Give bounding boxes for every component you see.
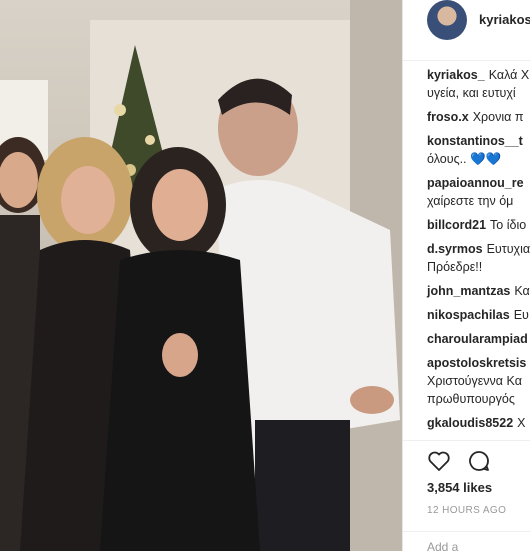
comment: gkaloudis8522 Χ — [427, 414, 530, 432]
comment-text-line2: Χριστούγεννα Κα — [427, 374, 522, 388]
comment-username[interactable]: apostoloskretsis — [427, 356, 526, 370]
avatar[interactable] — [427, 0, 467, 40]
comment-text: Χ — [517, 416, 526, 430]
comment-text-line2: υγεία, και ευτυχί — [427, 86, 516, 100]
comment: billcord21 Το ίδιο — [427, 216, 530, 234]
comment-username[interactable]: gkaloudis8522 — [427, 416, 513, 430]
comment-text: Καλά Χ — [488, 68, 530, 82]
comment: d.syrmos Ευτυχια Πρόεδρε!! — [427, 240, 530, 276]
post-photo[interactable] — [0, 0, 402, 551]
comment-username[interactable]: billcord21 — [427, 218, 486, 232]
comment: froso.x Χρονια π — [427, 108, 530, 126]
comment-text-line2: όλους.. 💙💙 — [427, 152, 502, 166]
comment-username[interactable]: john_mantzas — [427, 284, 510, 298]
comment-text: Χρονια π — [472, 110, 524, 124]
comment-username[interactable]: konstantinos__t — [427, 134, 523, 148]
comment: papaioannou_re χαίρεστε την όμ — [427, 174, 530, 210]
post-username[interactable]: kyriakos — [479, 12, 530, 27]
comment-username[interactable]: charoularampiad — [427, 332, 528, 346]
comment-list: kyriakos_ Καλά Χ υγεία, και ευτυχί froso.x… — [427, 66, 530, 438]
comment: john_mantzas Κα — [427, 282, 530, 300]
comment-username[interactable]: froso.x — [427, 110, 469, 124]
comment-username[interactable]: d.syrmos — [427, 242, 483, 256]
comment-text: Ευ — [513, 308, 529, 322]
comment-username[interactable]: nikospachilas — [427, 308, 510, 322]
post-header: kyriakos — [403, 0, 530, 61]
comment-text-line2: χαίρεστε την όμ — [427, 194, 514, 208]
post-timestamp: 12 HOURS AGO — [427, 505, 507, 516]
comment-text: Κα — [514, 284, 530, 298]
comment: charoularampiad — [427, 330, 530, 348]
comment-text: Το ίδιο — [490, 218, 527, 232]
family-photo-image — [0, 0, 402, 551]
comment-text-line2: Πρόεδρε!! — [427, 260, 483, 274]
comment-username[interactable]: papaioannou_re — [427, 176, 524, 190]
comment: apostoloskretsis Χριστούγεννα Κα πρωθυπουρ… — [427, 354, 530, 408]
post-sidebar: kyriakos kyriakos_ Καλά Χ υγεία, και ευτυχ… — [402, 0, 530, 551]
heart-icon[interactable] — [427, 449, 451, 473]
comment-username[interactable]: kyriakos_ — [427, 68, 485, 82]
comment: konstantinos__t όλους.. 💙💙 — [427, 132, 530, 168]
comment: nikospachilas Ευ — [427, 306, 530, 324]
divider — [403, 531, 530, 532]
post-actions — [403, 440, 530, 481]
add-comment-input[interactable]: Add a — [427, 540, 458, 551]
comment-icon[interactable] — [467, 449, 491, 473]
likes-count[interactable]: 3,854 likes — [427, 480, 492, 495]
comment-text: Ευτυχια — [486, 242, 530, 256]
comment: kyriakos_ Καλά Χ υγεία, και ευτυχί — [427, 66, 530, 102]
comment-text-line3: πρωθυπουργός — [427, 392, 515, 406]
